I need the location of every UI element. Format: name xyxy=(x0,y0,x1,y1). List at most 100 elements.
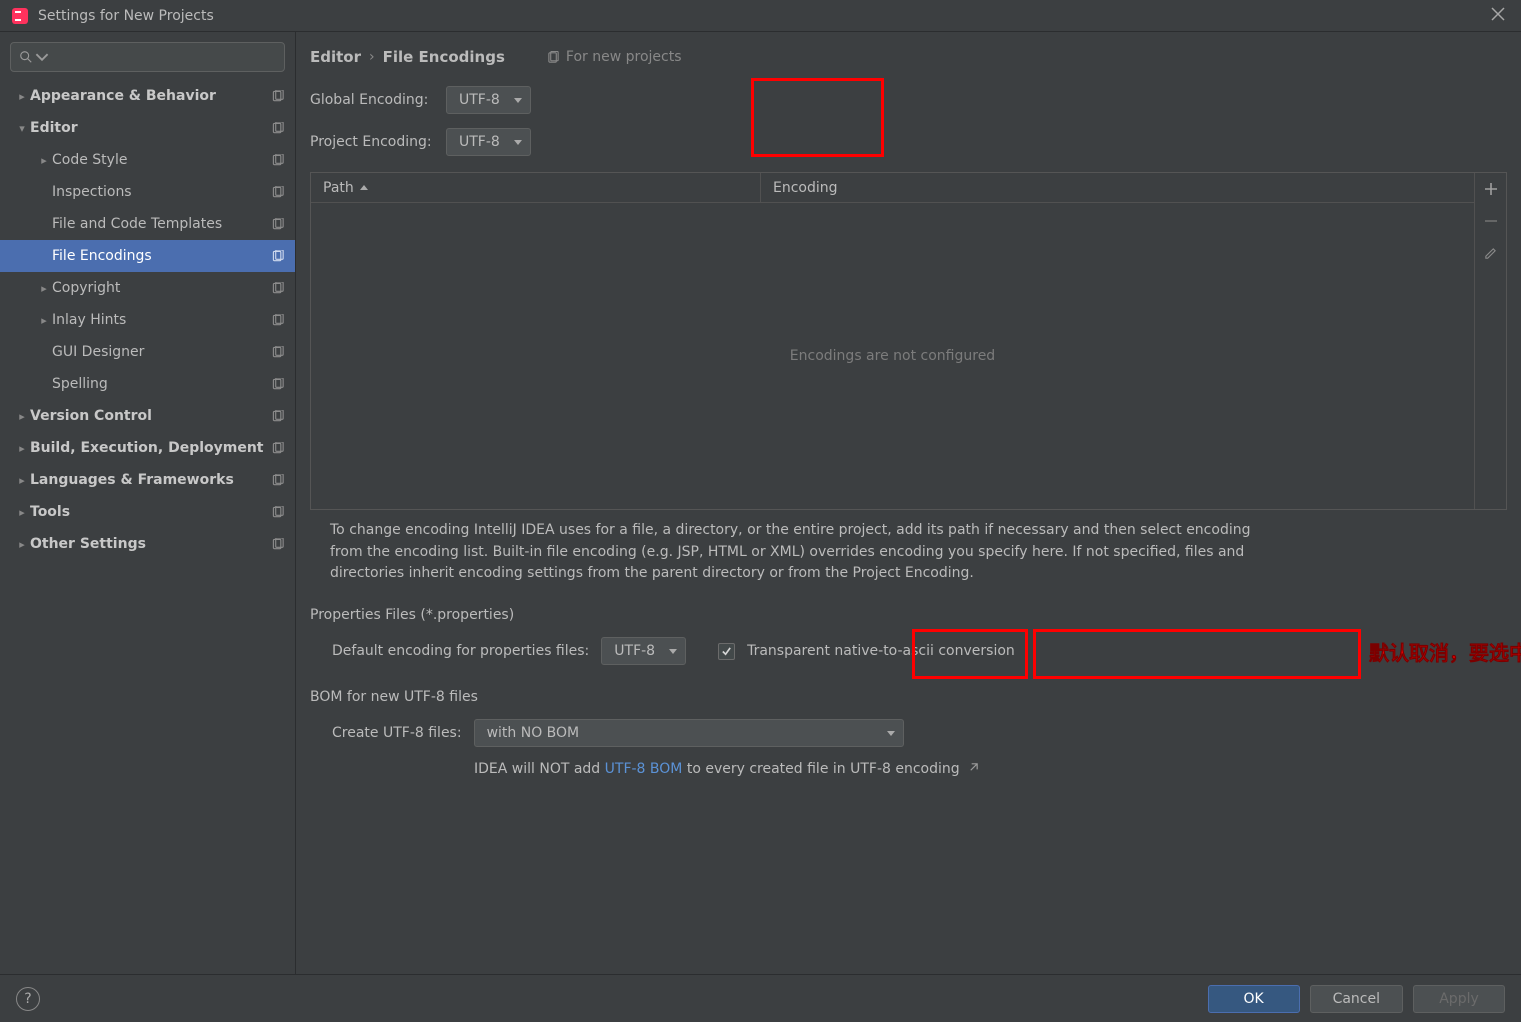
sidebar-item-label: GUI Designer xyxy=(52,344,269,360)
project-scope-icon xyxy=(269,151,287,169)
chevron-right-icon: ▸ xyxy=(14,474,30,487)
project-encoding-combo[interactable]: UTF-8 xyxy=(446,128,531,156)
search-input[interactable] xyxy=(10,42,285,72)
breadcrumb-leaf: File Encodings xyxy=(383,48,505,66)
sidebar-item-label: Build, Execution, Deployment xyxy=(30,440,269,456)
project-scope-icon xyxy=(269,407,287,425)
sidebar-item-copyright[interactable]: ▸Copyright xyxy=(0,272,295,304)
sort-asc-icon xyxy=(360,185,368,190)
apply-button[interactable]: Apply xyxy=(1413,985,1505,1013)
chevron-right-icon: ▸ xyxy=(14,538,30,551)
project-scope-icon xyxy=(269,375,287,393)
chevron-right-icon: ▸ xyxy=(14,90,30,103)
copy-icon xyxy=(547,51,560,64)
app-icon xyxy=(12,8,28,24)
project-scope-icon xyxy=(269,87,287,105)
chevron-down-icon xyxy=(669,649,677,654)
sidebar-item-gui-designer[interactable]: GUI Designer xyxy=(0,336,295,368)
project-scope-icon xyxy=(269,535,287,553)
chevron-down-icon xyxy=(514,98,522,103)
chevron-right-icon: ▸ xyxy=(14,442,30,455)
chevron-right-icon: ▸ xyxy=(14,506,30,519)
bom-note: IDEA will NOT add UTF-8 BOM to every cre… xyxy=(296,755,1521,777)
chevron-down-icon xyxy=(887,731,895,736)
sidebar-item-label: Inlay Hints xyxy=(52,312,269,328)
sidebar-item-build-execution-deployment[interactable]: ▸Build, Execution, Deployment xyxy=(0,432,295,464)
breadcrumb: Editor › File Encodings For new projects xyxy=(296,48,1521,80)
project-scope-icon xyxy=(269,279,287,297)
content-panel: Editor › File Encodings For new projects… xyxy=(296,32,1521,974)
table-empty-message: Encodings are not configured xyxy=(311,203,1474,509)
sidebar-item-label: Version Control xyxy=(30,408,269,424)
chevron-right-icon: ▸ xyxy=(14,410,30,423)
sidebar-item-version-control[interactable]: ▸Version Control xyxy=(0,400,295,432)
project-encoding-label: Project Encoding: xyxy=(310,134,436,150)
sidebar-item-label: Editor xyxy=(30,120,269,136)
encodings-table: Path Encoding Encodings are not configur… xyxy=(310,172,1507,510)
sidebar-item-label: Tools xyxy=(30,504,269,520)
cancel-button[interactable]: Cancel xyxy=(1310,985,1403,1013)
info-text: To change encoding IntelliJ IDEA uses fo… xyxy=(296,510,1276,591)
sidebar-item-label: Appearance & Behavior xyxy=(30,88,269,104)
create-utf8-combo[interactable]: with NO BOM xyxy=(474,719,904,747)
annotation-text: 默认取消，要选中 xyxy=(1369,637,1521,666)
native-to-ascii-checkbox[interactable] xyxy=(718,643,735,660)
sidebar-item-label: Languages & Frameworks xyxy=(30,472,269,488)
sidebar-item-label: File Encodings xyxy=(52,248,269,264)
global-encoding-combo[interactable]: UTF-8 xyxy=(446,86,531,114)
project-scope-icon xyxy=(269,311,287,329)
col-encoding[interactable]: Encoding xyxy=(761,173,1474,202)
section-properties: Properties Files (*.properties) xyxy=(296,591,1521,629)
highlight-box-checkbox xyxy=(1033,629,1361,679)
add-button[interactable] xyxy=(1479,177,1503,201)
project-scope-icon xyxy=(269,439,287,457)
sidebar-item-label: Spelling xyxy=(52,376,269,392)
col-path[interactable]: Path xyxy=(311,173,761,202)
sidebar-item-label: Other Settings xyxy=(30,536,269,552)
project-scope-icon xyxy=(269,119,287,137)
project-scope-icon xyxy=(269,247,287,265)
breadcrumb-root[interactable]: Editor xyxy=(310,48,361,66)
properties-encoding-combo[interactable]: UTF-8 xyxy=(601,637,686,665)
sidebar-item-inspections[interactable]: Inspections xyxy=(0,176,295,208)
scope-note: For new projects xyxy=(547,49,682,65)
properties-encoding-label: Default encoding for properties files: xyxy=(310,643,589,659)
breadcrumb-sep: › xyxy=(369,49,375,65)
sidebar-item-label: File and Code Templates xyxy=(52,216,269,232)
window-title: Settings for New Projects xyxy=(38,8,1487,24)
sidebar-item-spelling[interactable]: Spelling xyxy=(0,368,295,400)
native-to-ascii-label[interactable]: Transparent native-to-ascii conversion xyxy=(747,643,1015,659)
dialog-footer: ? OK Cancel Apply xyxy=(0,974,1521,1022)
edit-button[interactable] xyxy=(1479,241,1503,265)
project-scope-icon xyxy=(269,183,287,201)
sidebar-item-editor[interactable]: ▾Editor xyxy=(0,112,295,144)
chevron-right-icon: ▸ xyxy=(36,314,52,327)
sidebar-item-appearance-behavior[interactable]: ▸Appearance & Behavior xyxy=(0,80,295,112)
sidebar-item-code-style[interactable]: ▸Code Style xyxy=(0,144,295,176)
titlebar: Settings for New Projects xyxy=(0,0,1521,32)
sidebar-item-label: Inspections xyxy=(52,184,269,200)
help-button[interactable]: ? xyxy=(16,987,40,1011)
chevron-down-icon: ▾ xyxy=(14,122,30,135)
project-scope-icon xyxy=(269,471,287,489)
section-bom: BOM for new UTF-8 files xyxy=(296,673,1521,711)
remove-button[interactable] xyxy=(1479,209,1503,233)
close-button[interactable] xyxy=(1487,2,1509,29)
external-link-icon xyxy=(968,761,979,777)
sidebar-item-file-and-code-templates[interactable]: File and Code Templates xyxy=(0,208,295,240)
utf8-bom-link[interactable]: UTF-8 BOM xyxy=(605,761,683,777)
project-scope-icon xyxy=(269,503,287,521)
sidebar-item-label: Copyright xyxy=(52,280,269,296)
table-toolbar xyxy=(1474,173,1506,509)
sidebar-item-other-settings[interactable]: ▸Other Settings xyxy=(0,528,295,560)
ok-button[interactable]: OK xyxy=(1208,985,1300,1013)
sidebar-item-languages-frameworks[interactable]: ▸Languages & Frameworks xyxy=(0,464,295,496)
sidebar-item-inlay-hints[interactable]: ▸Inlay Hints xyxy=(0,304,295,336)
project-scope-icon xyxy=(269,343,287,361)
chevron-down-icon xyxy=(514,140,522,145)
settings-tree: ▸Appearance & Behavior▾Editor▸Code Style… xyxy=(0,80,295,964)
chevron-right-icon: ▸ xyxy=(36,154,52,167)
sidebar-item-label: Code Style xyxy=(52,152,269,168)
sidebar-item-tools[interactable]: ▸Tools xyxy=(0,496,295,528)
sidebar-item-file-encodings[interactable]: File Encodings xyxy=(0,240,295,272)
